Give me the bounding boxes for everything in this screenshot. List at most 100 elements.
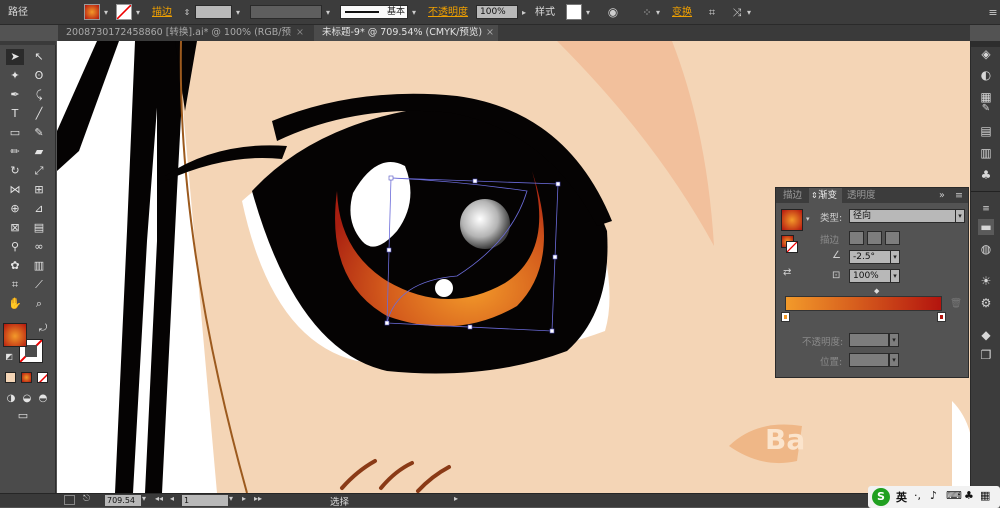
reverse-gradient-icon[interactable]: ⇄ — [783, 267, 791, 278]
gradient-stop-right[interactable] — [937, 312, 946, 322]
ime-tools-icon[interactable]: ▦ — [980, 489, 990, 502]
tab-document-2[interactable]: 未标题-9* @ 709.54% (CMYK/预览) × — [314, 25, 498, 41]
gradient-tool[interactable]: ▤ — [30, 220, 48, 236]
pen-tool[interactable]: ✒ — [6, 87, 24, 103]
isolate-dropdown-icon[interactable]: ▾ — [744, 6, 754, 19]
ime-mic-icon[interactable]: ♪ — [930, 489, 937, 502]
tab-document-1[interactable]: 20087301724588​60 [转换].ai* @ 100% (RGB/预… — [58, 25, 308, 54]
artboard-number-field[interactable]: 1 — [182, 495, 228, 506]
midpoint-diamond-icon[interactable]: ◆ — [874, 287, 879, 295]
share-icon[interactable]: ⎋ — [83, 494, 90, 504]
next-artboard-icon[interactable]: ▸ — [242, 494, 246, 503]
slice-tool[interactable]: ⟋ — [30, 277, 48, 293]
recolor-icon[interactable]: ◉ — [606, 6, 620, 19]
width-profile-dropdown-icon[interactable]: ▾ — [323, 6, 333, 19]
blend-tool[interactable]: ∞ — [30, 239, 48, 255]
last-artboard-icon[interactable]: ▸▸ — [254, 494, 262, 503]
symbols-icon[interactable]: ♣ — [978, 167, 994, 183]
isolate-icon[interactable]: ⤨ — [730, 6, 744, 19]
stroke-icon[interactable]: ≡ — [978, 201, 994, 217]
stroke-dropdown-icon[interactable]: ▾ — [133, 6, 143, 19]
tab-stroke[interactable]: 描边 — [778, 188, 807, 203]
angle-field[interactable]: -2.5° — [849, 250, 895, 264]
ratio-dropdown-icon[interactable]: ▾ — [890, 269, 900, 283]
appearance-panel-icon[interactable]: ☀ — [978, 273, 994, 289]
tab-transparency[interactable]: 透明度 — [842, 188, 881, 203]
brushes-icon[interactable]: ✎ — [978, 101, 994, 117]
artboards-icon[interactable]: ❐ — [978, 347, 994, 363]
selection-tool[interactable]: ➤ — [6, 49, 24, 65]
shape-builder-tool[interactable]: ⊕ — [6, 201, 24, 217]
stroke-label[interactable]: 描边 — [152, 0, 172, 25]
align-dropdown-icon[interactable]: ▾ — [653, 6, 663, 19]
brush-dropdown-icon[interactable]: ▾ — [409, 6, 419, 19]
gradient-mode-icon[interactable] — [21, 372, 32, 383]
collapse-panel-icon[interactable]: » — [934, 188, 950, 203]
opacity-field[interactable]: 100% — [476, 5, 518, 19]
fill-dropdown-icon[interactable]: ▾ — [101, 6, 111, 19]
style-dropdown-icon[interactable]: ▾ — [583, 6, 593, 19]
gradient-preview-swatch[interactable] — [781, 209, 803, 231]
mesh-tool[interactable]: ⊠ — [6, 220, 24, 236]
symbol-sprayer-tool[interactable]: ✿ — [6, 258, 24, 274]
gradient-type-select[interactable]: 径向 — [849, 209, 965, 223]
close-icon[interactable]: × — [296, 25, 304, 41]
perspective-grid-tool[interactable]: ⊿ — [30, 201, 48, 217]
gradient-stop-left[interactable] — [781, 312, 790, 322]
aspect-ratio-field[interactable]: 100% — [849, 269, 895, 283]
gradient-icon[interactable]: ▬ — [978, 219, 994, 235]
panel-menu-icon[interactable]: ≡ — [988, 6, 998, 19]
artboard-dropdown-icon[interactable]: ▾ — [229, 494, 233, 503]
stroke-weight-field[interactable] — [195, 5, 232, 19]
stroke-weight-dropdown-icon[interactable]: ▾ — [233, 6, 243, 19]
zoom-tool[interactable]: ⌕ — [30, 296, 48, 312]
pencil-tool[interactable]: ✏ — [6, 144, 24, 160]
curvature-tool[interactable]: ⤹ — [30, 87, 48, 103]
tab-gradient[interactable]: ⇕ 渐变 — [809, 188, 843, 203]
screen-mode-icon[interactable]: ▭ — [14, 408, 32, 424]
variable-width-profile[interactable] — [250, 5, 322, 19]
transform-label[interactable]: 变换 — [672, 0, 692, 25]
gradient-slider[interactable] — [785, 296, 942, 311]
swap-fill-stroke-icon[interactable]: ⤾ — [34, 321, 52, 337]
type-tool[interactable]: T — [6, 106, 24, 122]
opacity-label[interactable]: 不透明度 — [428, 0, 468, 25]
layers-icon[interactable]: ⚙ — [978, 295, 994, 311]
opacity-dropdown-icon[interactable]: ▸ — [519, 6, 529, 19]
fill-color-box[interactable] — [3, 323, 27, 347]
first-artboard-icon[interactable]: ◂◂ — [155, 494, 163, 503]
tools-panel-grip[interactable] — [0, 41, 56, 45]
eraser-tool[interactable]: ▰ — [30, 144, 48, 160]
transform-icon[interactable]: ⌗ — [705, 6, 719, 19]
rotate-tool[interactable]: ↻ — [6, 163, 24, 179]
stroke-mini-swatch[interactable] — [786, 241, 798, 253]
brush-definition-field[interactable]: 基本 — [340, 5, 408, 19]
fill-swatch[interactable] — [84, 4, 100, 20]
zoom-field[interactable]: 709.54 — [105, 495, 141, 506]
panel-menu-icon[interactable]: ≡ — [950, 188, 968, 203]
gradient-preset-dropdown-icon[interactable]: ▾ — [806, 215, 810, 223]
hand-tool[interactable]: ✋ — [6, 296, 24, 312]
angle-dropdown-icon[interactable]: ▾ — [890, 250, 900, 264]
close-icon[interactable]: × — [486, 25, 494, 41]
paintbrush-tool[interactable]: ✎ — [30, 125, 48, 141]
graphic-styles-icon[interactable]: ▥ — [978, 145, 994, 161]
graphic-style-swatch[interactable] — [566, 4, 582, 20]
width-tool[interactable]: ⋈ — [6, 182, 24, 198]
appearance-icon[interactable]: ▤ — [978, 123, 994, 139]
type-dropdown-icon[interactable]: ▾ — [955, 209, 965, 223]
transparency-icon[interactable]: ◍ — [978, 241, 994, 257]
rectangle-tool[interactable]: ▭ — [6, 125, 24, 141]
status-menu-icon[interactable]: ▸ — [454, 494, 458, 503]
delete-stop-icon[interactable]: 🗑 — [950, 298, 962, 309]
color-guide-icon[interactable]: ◈ — [978, 46, 994, 62]
ime-keyboard-icon[interactable]: ⌨ — [946, 489, 962, 502]
zoom-dropdown-icon[interactable]: ▾ — [142, 494, 146, 503]
artboard-nav-icon[interactable] — [64, 495, 75, 505]
none-mode-icon[interactable] — [37, 372, 48, 383]
line-segment-tool[interactable]: ╱ — [30, 106, 48, 122]
stroke-swatch[interactable] — [116, 4, 132, 20]
artboard-tool[interactable]: ⌗ — [6, 277, 24, 293]
ime-language-label[interactable]: 英 — [896, 489, 907, 505]
eyedropper-tool[interactable]: ⚲ — [6, 239, 24, 255]
